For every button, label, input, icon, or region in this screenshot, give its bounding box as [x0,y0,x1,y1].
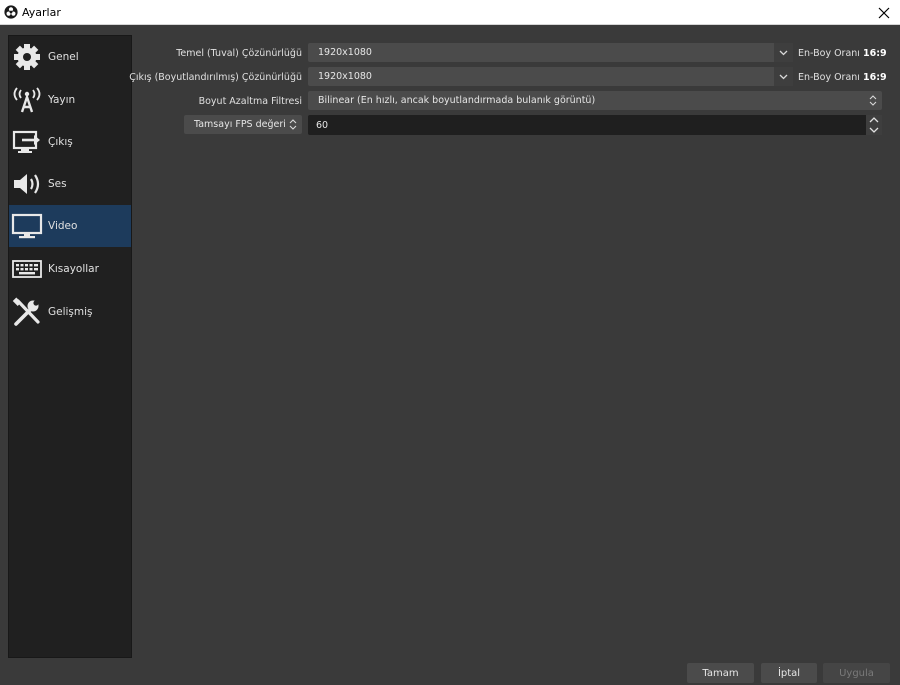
ok-button[interactable]: Tamam [687,663,754,683]
apply-button[interactable]: Uygula [823,663,890,683]
close-icon [878,7,890,18]
sidebar-item-gelismis[interactable]: Gelişmiş [9,291,131,333]
sidebar-item-yayin[interactable]: Yayın [9,79,131,121]
fps-type-combo[interactable]: Tamsayı FPS değeri [184,115,302,134]
output-resolution-combo[interactable]: 1920x1080 [308,67,793,86]
settings-sidebar: Genel Yayın Çıkış Ses Video Kısayollar G… [8,35,132,658]
sidebar-item-cikis[interactable]: Çıkış [9,121,131,163]
output-aspect-ratio: En-Boy Oranı 16:9 [798,72,887,83]
sidebar-item-ses[interactable]: Ses [9,163,131,205]
base-resolution-label: Temel (Tuval) Çözünürlüğü [176,48,302,59]
chevron-down-icon [774,67,793,86]
sidebar-item-video[interactable]: Video [9,205,131,247]
spin-up-button[interactable] [866,115,882,125]
base-resolution-combo[interactable]: 1920x1080 [308,43,793,62]
downscale-filter-value: Bilinear (En hızlı, ancak boyutlandırmad… [318,95,596,106]
window-title: Ayarlar [22,6,61,19]
base-resolution-value: 1920x1080 [318,47,372,58]
sidebar-item-genel[interactable]: Genel [9,36,131,78]
close-button[interactable] [868,0,900,25]
keyboard-icon [12,260,42,278]
downscale-filter-label: Boyut Azaltma Filtresi [198,96,302,107]
output-resolution-value: 1920x1080 [318,71,372,82]
chevron-up-icon [869,117,879,123]
chevron-down-icon [774,43,793,62]
base-aspect-ratio: En-Boy Oranı 16:9 [798,48,887,59]
fps-value-spinbox [308,115,882,135]
fps-type-value: Tamsayı FPS değeri [194,119,286,130]
broadcast-antenna-icon [13,87,41,113]
spin-down-button[interactable] [866,125,882,135]
output-monitor-icon [12,130,40,153]
updown-arrows-icon [284,115,302,134]
speaker-icon [14,174,40,194]
sidebar-item-label: Genel [48,51,79,63]
chevron-down-icon [869,127,879,133]
output-resolution-label: Çıkış (Boyutlandırılmış) Çözünürlüğü [129,72,302,83]
cancel-button[interactable]: İptal [761,663,817,683]
obs-logo-icon [4,5,18,19]
sidebar-item-label: Gelişmiş [48,306,93,318]
sidebar-item-label: Video [48,220,78,232]
sidebar-item-label: Çıkış [48,136,73,148]
title-bar: Ayarlar [0,0,900,25]
sidebar-item-label: Ses [48,178,67,190]
downscale-filter-combo[interactable]: Bilinear (En hızlı, ancak boyutlandırmad… [308,91,882,110]
gear-icon [14,44,40,70]
tools-icon [12,297,40,326]
sidebar-item-kisayollar[interactable]: Kısayollar [9,248,131,290]
updown-arrows-icon [863,91,882,110]
fps-value-input[interactable] [308,115,864,135]
sidebar-item-label: Kısayollar [48,263,99,275]
monitor-icon [11,213,43,239]
sidebar-item-label: Yayın [48,94,76,106]
